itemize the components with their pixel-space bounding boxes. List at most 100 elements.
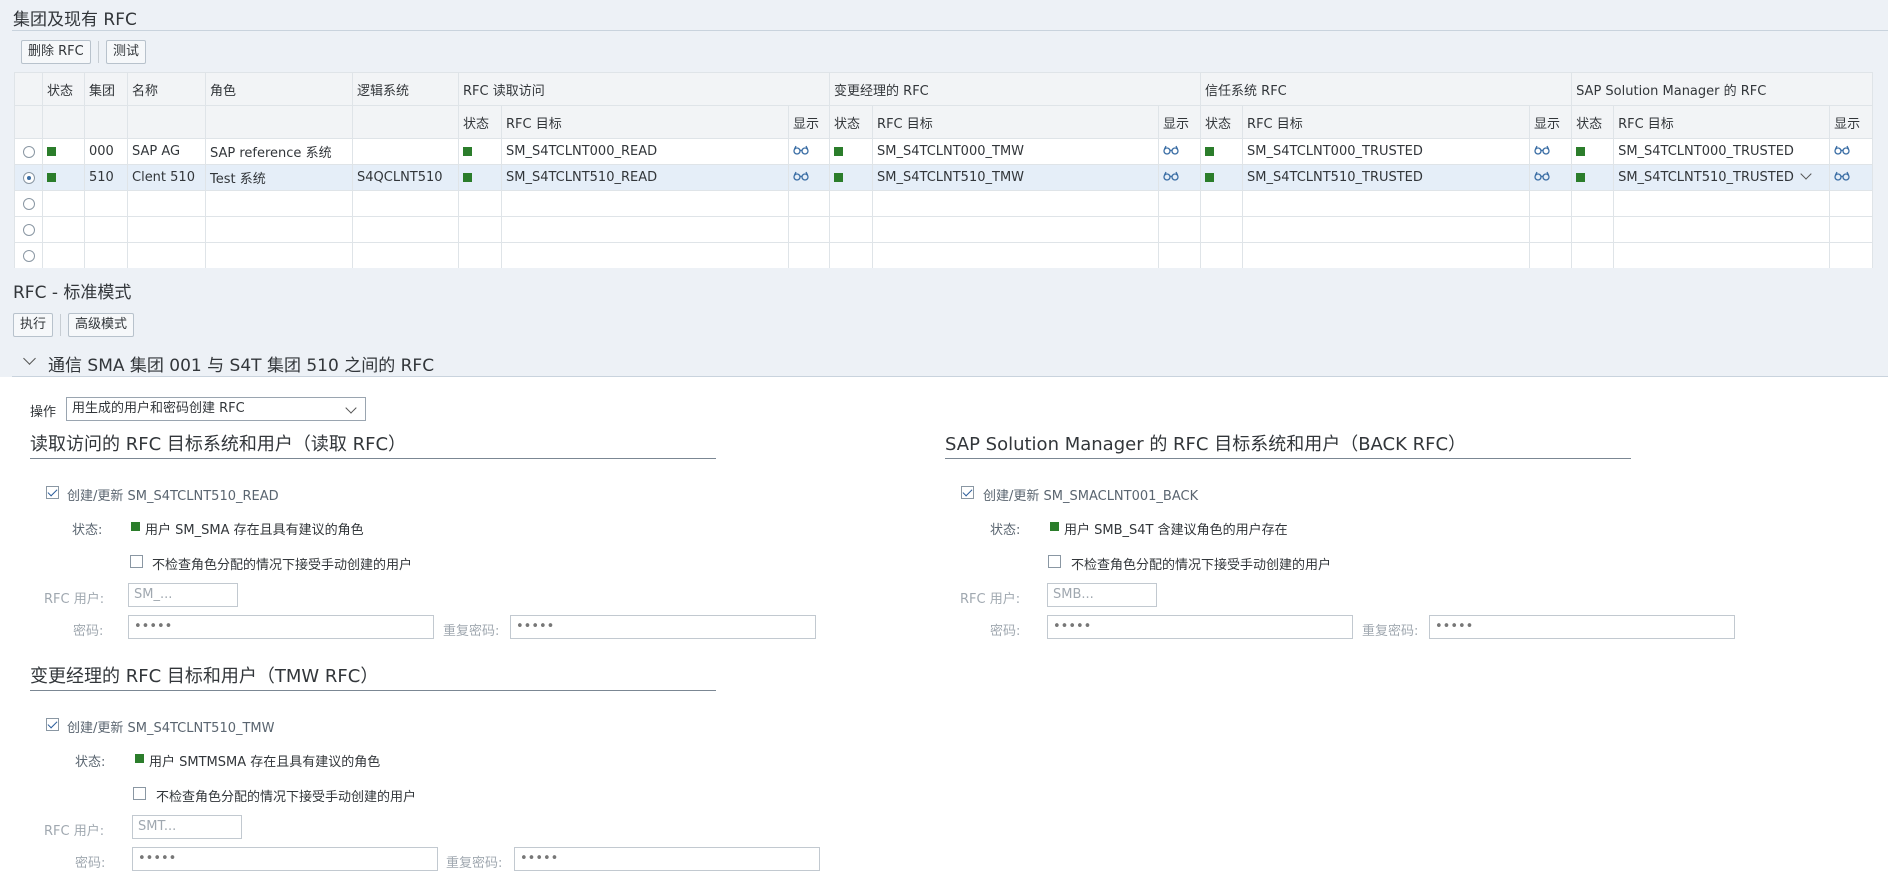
col-group-tmw: 变更经理的 RFC (829, 72, 1202, 106)
row-select-radio[interactable] (22, 197, 35, 210)
display-glasses-icon[interactable] (1534, 144, 1550, 159)
table-row-empty[interactable] (14, 190, 1874, 217)
col-tmw-target: RFC 目标 (872, 105, 1160, 139)
col-read-status: 状态 (458, 105, 502, 139)
tmw-password-input[interactable]: ••••• (132, 847, 438, 871)
col-status: 状态 (42, 72, 85, 106)
status-ok-icon (1576, 173, 1586, 182)
display-glasses-icon[interactable] (1834, 144, 1850, 159)
col-solman-display: 显示 (1829, 105, 1874, 139)
read-status-label: 状态: (72, 523, 103, 538)
cell-logical-system: S4QCLNT510 (352, 164, 459, 191)
read-create-label: 创建/更新 SM_S4TCLNT510_READ (67, 489, 279, 504)
cell-tmw-target: SM_S4TCLNT510_TMW (872, 164, 1160, 191)
chevron-down-icon (345, 402, 357, 414)
group-section-title: 集团及现有 RFC (13, 10, 137, 30)
cell-name: SAP AG (127, 138, 206, 165)
status-ok-icon (135, 754, 144, 763)
col-trusted-target: RFC 目标 (1242, 105, 1531, 139)
row-select-radio[interactable] (22, 145, 35, 158)
divider (12, 376, 1888, 377)
cell-client: 510 (84, 164, 128, 191)
col-solman-target: RFC 目标 (1613, 105, 1831, 139)
select-header (14, 72, 43, 106)
status-ok-icon (834, 147, 844, 156)
col-logical-system: 逻辑系统 (352, 72, 459, 106)
read-user-input[interactable]: SM_... (128, 583, 238, 607)
status-ok-icon (1576, 147, 1586, 156)
table-row-empty[interactable] (14, 242, 1874, 269)
cell-solman-target: SM_S4TCLNT510_TRUSTED (1618, 170, 1794, 185)
operation-dropdown[interactable]: 用生成的用户和密码创建 RFC (66, 397, 366, 421)
read-user-label: RFC 用户: (44, 592, 105, 607)
back-repeat-label: 重复密码: (1362, 624, 1419, 639)
rfc-table: 状态 集团 名称 角色 逻辑系统 RFC 读取访问 变更经理的 RFC 信任系统… (14, 72, 1874, 269)
back-repeat-input[interactable]: ••••• (1429, 615, 1735, 639)
tmw-accept-checkbox[interactable] (133, 787, 146, 800)
row-select-radio[interactable] (22, 223, 35, 236)
status-ok-icon (834, 173, 844, 182)
col-tmw-status: 状态 (829, 105, 874, 139)
divider (12, 30, 1888, 31)
back-user-input[interactable]: SMB... (1047, 583, 1157, 607)
display-glasses-icon[interactable] (1834, 170, 1850, 185)
row-select-radio[interactable] (22, 171, 35, 184)
back-password-input[interactable]: ••••• (1047, 615, 1353, 639)
read-accept-label: 不检查角色分配的情况下接受手动创建的用户 (152, 558, 413, 573)
read-create-checkbox[interactable] (46, 486, 59, 499)
back-create-label: 创建/更新 SM_SMACLNT001_BACK (983, 489, 1199, 504)
display-glasses-icon[interactable] (1163, 170, 1179, 185)
tmw-user-label: RFC 用户: (44, 824, 105, 839)
table-row[interactable]: 000 SAP AG SAP reference 系统 SM_S4TCLNT00… (14, 138, 1874, 165)
back-rfc-title: SAP Solution Manager 的 RFC 目标系统和用户（BACK … (945, 434, 1467, 455)
status-ok-icon (1050, 522, 1059, 531)
table-row[interactable]: 510 Clent 510 Test 系统 S4QCLNT510 SM_S4TC… (14, 164, 1874, 191)
col-solman-status: 状态 (1571, 105, 1615, 139)
back-status-text: 用户 SMB_S4T 含建议角色的用户存在 (1064, 523, 1288, 538)
tmw-create-label: 创建/更新 SM_S4TCLNT510_TMW (67, 721, 275, 736)
read-status-text: 用户 SM_SMA 存在且具有建议的角色 (145, 523, 364, 538)
read-password-input[interactable]: ••••• (128, 615, 434, 639)
test-button[interactable]: 测试 (106, 40, 147, 64)
display-glasses-icon[interactable] (793, 170, 809, 185)
display-glasses-icon[interactable] (1534, 170, 1550, 185)
status-ok-icon (131, 522, 140, 531)
back-create-checkbox[interactable] (961, 486, 974, 499)
display-glasses-icon[interactable] (793, 144, 809, 159)
tmw-status-text: 用户 SMTMSMA 存在且具有建议的角色 (149, 755, 381, 770)
tmw-user-input[interactable]: SMT... (132, 815, 242, 839)
back-accept-checkbox[interactable] (1048, 555, 1061, 568)
status-ok-icon (47, 147, 56, 156)
divider (30, 690, 716, 691)
tmw-create-checkbox[interactable] (46, 718, 59, 731)
col-tmw-display: 显示 (1158, 105, 1202, 139)
chevron-down-icon[interactable] (1800, 168, 1812, 180)
display-glasses-icon[interactable] (1163, 144, 1179, 159)
col-name: 名称 (127, 72, 206, 106)
row-select-radio[interactable] (22, 249, 35, 262)
tmw-repeat-input[interactable]: ••••• (514, 847, 820, 871)
cell-role: SAP reference 系统 (205, 138, 353, 165)
execute-button[interactable]: 执行 (13, 313, 54, 337)
cell-trusted-target: SM_S4TCLNT510_TRUSTED (1242, 164, 1531, 191)
table-row-empty[interactable] (14, 216, 1874, 243)
divider (945, 458, 1631, 459)
col-group-read: RFC 读取访问 (457, 72, 831, 106)
cell-solman-target: SM_S4TCLNT000_TRUSTED (1613, 138, 1831, 165)
advanced-mode-button[interactable]: 高级模式 (68, 313, 135, 337)
back-status-label: 状态: (990, 523, 1021, 538)
operation-value: 用生成的用户和密码创建 RFC (72, 401, 245, 416)
cell-role: Test 系统 (205, 164, 353, 191)
read-accept-checkbox[interactable] (130, 555, 143, 568)
cell-name: Clent 510 (127, 164, 206, 191)
status-ok-icon (1205, 173, 1215, 182)
delete-rfc-button[interactable]: 删除 RFC (21, 40, 91, 64)
toolbar-separator (98, 41, 99, 63)
operation-label: 操作 (30, 405, 57, 420)
cell-tmw-target: SM_S4TCLNT000_TMW (872, 138, 1160, 165)
status-ok-icon (47, 173, 56, 182)
tmw-accept-label: 不检查角色分配的情况下接受手动创建的用户 (156, 790, 417, 805)
col-group-trusted: 信任系统 RFC (1200, 72, 1573, 106)
read-repeat-input[interactable]: ••••• (510, 615, 816, 639)
cell-read-target: SM_S4TCLNT000_READ (501, 138, 789, 165)
